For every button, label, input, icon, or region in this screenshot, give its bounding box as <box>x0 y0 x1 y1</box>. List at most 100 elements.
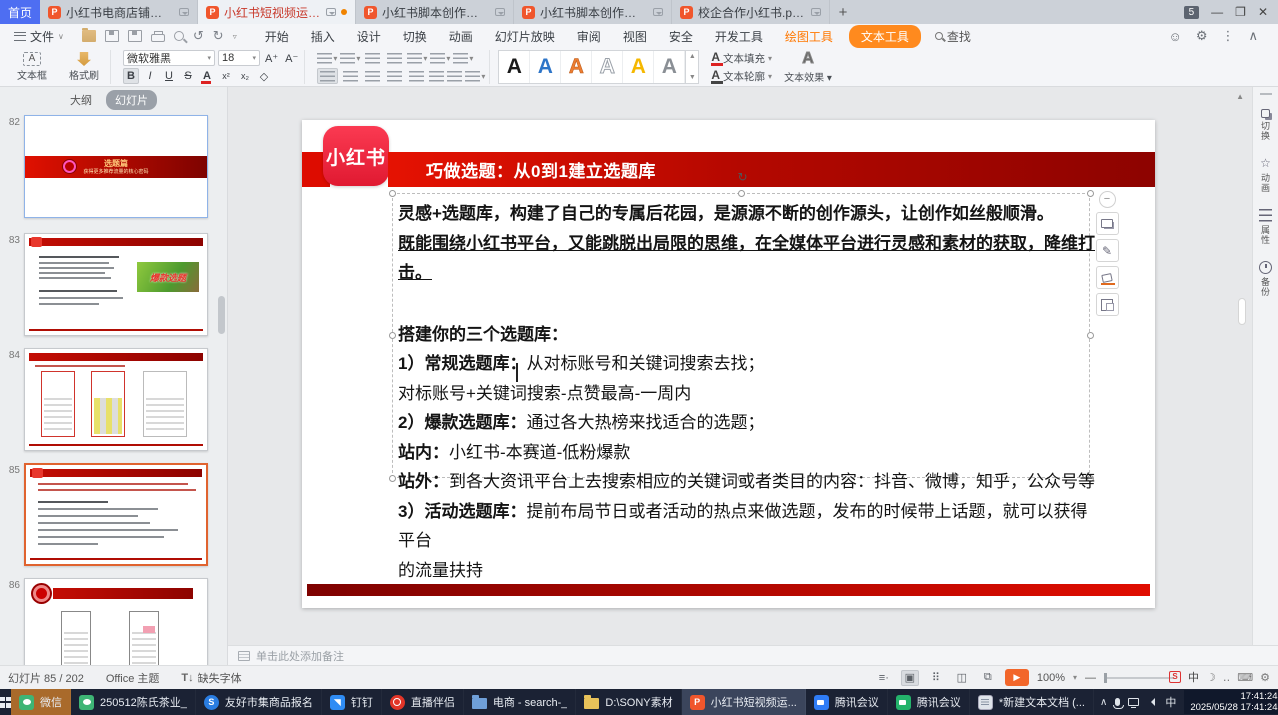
tab-start[interactable]: 开始 <box>255 25 299 48</box>
slide-thumbnail-82[interactable]: 82 选题篇 获得更多推荐流量的核心密码 <box>0 115 208 218</box>
resize-handle-n[interactable] <box>738 190 745 197</box>
italic-button[interactable]: I <box>142 68 158 84</box>
home-tab[interactable]: 首页 <box>0 0 40 24</box>
indent-left-button[interactable] <box>429 71 444 82</box>
tab-slideshow[interactable]: 幻灯片放映 <box>485 25 565 48</box>
resize-handle-ne[interactable] <box>1087 190 1094 197</box>
frame-button[interactable] <box>1096 293 1119 316</box>
notes-toggle-icon[interactable]: ≡· <box>875 670 893 686</box>
text-style-blue[interactable]: A <box>530 51 561 83</box>
print-icon[interactable] <box>151 34 165 42</box>
taskbar-item-dingtalk[interactable]: ◥ 钉钉 <box>322 689 382 715</box>
ime-keyboard-icon[interactable]: ⌨ <box>1237 671 1253 684</box>
theme-name[interactable]: Office 主题 <box>106 670 160 686</box>
canvas-scrollbar-thumb[interactable] <box>1238 298 1246 325</box>
taskbar-item-sony-folder[interactable]: D:\SONY素材 <box>576 689 681 715</box>
resize-handle-nw[interactable] <box>389 190 396 197</box>
justify-button[interactable] <box>385 68 404 84</box>
resize-handle-sw[interactable] <box>389 475 396 482</box>
new-tab-button[interactable]: + <box>830 0 856 24</box>
slideshow-play-button[interactable]: ▶ <box>1005 669 1029 686</box>
bullet-list-button[interactable]: ▾ <box>317 53 337 64</box>
numbered-list-button[interactable]: ▾ <box>340 53 360 64</box>
tab-review[interactable]: 审阅 <box>567 25 611 48</box>
doc-tab-1[interactable]: P 小红书电商店铺新玩法.pptx <box>40 0 198 24</box>
tab-devtools[interactable]: 开发工具 <box>705 25 773 48</box>
network-icon[interactable] <box>1128 698 1139 706</box>
normal-view-button[interactable]: ▣ <box>901 670 919 686</box>
text-outline-button[interactable]: A 文本轮廓 ▾ <box>711 68 772 84</box>
close-button[interactable]: ✕ <box>1258 5 1268 19</box>
sidebar-item-animation[interactable]: ☆ 动画 <box>1260 157 1272 193</box>
taskbar-item-live-assistant[interactable]: 直播伴侣 <box>382 689 464 715</box>
line-spacing-button[interactable]: ▾ <box>407 53 427 64</box>
qat-more-icon[interactable]: ▿ <box>233 32 237 41</box>
slide-thumbnail-83[interactable]: 83 爆款选题 <box>0 233 208 336</box>
tab-drawing-tools[interactable]: 绘图工具 <box>775 25 843 48</box>
columns-button[interactable]: ▾ <box>430 53 450 64</box>
gallery-scrollbar[interactable]: ▲▼ <box>685 51 698 83</box>
doc-tab-3[interactable]: P 小红书脚本创作一.pptx <box>356 0 514 24</box>
ime-more-icon[interactable]: ‥ <box>1223 671 1230 684</box>
more-options-icon[interactable]: ⋮ <box>1221 28 1234 44</box>
ime-language-toggle[interactable]: 中 <box>1188 669 1199 685</box>
text-effect-button[interactable]: A 文本效果 ▾ <box>780 50 836 84</box>
text-style-gray[interactable]: A <box>654 51 685 83</box>
doc-tab-4[interactable]: P 小红书脚本创作二.pptx <box>514 0 672 24</box>
missing-font-warning[interactable]: T↓ 缺失字体 <box>181 670 241 686</box>
taskbar-clock[interactable]: 17:41:24 2025/05/28 17:41:24 <box>1184 690 1278 714</box>
thumbnail-scrollbar[interactable] <box>218 210 225 330</box>
taskbar-item-ecommerce-folder[interactable]: 电商 - search-_ <box>464 689 577 715</box>
thumbnail-image[interactable] <box>24 348 208 451</box>
doc-tab-5[interactable]: P 校企合作小红书.pptx <box>672 0 830 24</box>
taskbar-item-tencent-meeting-2[interactable]: 腾讯会议 <box>888 689 970 715</box>
tray-chevron-up-icon[interactable]: ∧ <box>1100 697 1107 708</box>
slide-title-banner[interactable]: 巧做选题：从0到1建立选题库 <box>388 152 1155 187</box>
clear-format-icon[interactable]: ◇ <box>256 68 272 84</box>
align-left-button[interactable] <box>317 68 338 84</box>
collapse-ribbon-icon[interactable]: ∧ <box>1248 28 1258 44</box>
presenter-view-button[interactable]: ⧉ <box>979 670 997 686</box>
text-style-gold[interactable]: A <box>623 51 654 83</box>
text-style-black[interactable]: A <box>499 51 530 83</box>
slide-85-editing-surface[interactable]: 小红书 巧做选题：从0到1建立选题库 ↻ 灵感+选题库，构建了自己的专属后花园，… <box>302 120 1155 608</box>
print-preview-icon[interactable] <box>174 31 184 41</box>
file-menu[interactable]: 文件 ∨ <box>8 28 70 45</box>
restore-button[interactable]: ❐ <box>1235 5 1246 19</box>
slide-thumbnail-85-current[interactable]: 85 <box>0 463 208 566</box>
font-name-combobox[interactable]: 微软雅黑▾ <box>123 50 215 66</box>
xiaohongshu-logo[interactable]: 小红书 <box>323 126 389 186</box>
increase-font-icon[interactable]: A⁺ <box>263 50 280 66</box>
slides-tab-selected[interactable]: 幻灯片 <box>106 90 157 110</box>
sidebar-item-transition[interactable]: 切换 <box>1260 109 1272 141</box>
text-style-orange-outline[interactable]: A <box>561 51 592 83</box>
bold-button[interactable]: B <box>123 68 139 84</box>
start-button[interactable] <box>0 689 11 715</box>
tab-security[interactable]: 安全 <box>659 25 703 48</box>
smiley-feedback-icon[interactable]: ☺ <box>1169 29 1182 44</box>
save-icon[interactable] <box>105 30 119 42</box>
find-button[interactable]: 查找 <box>935 28 971 45</box>
insert-textbox-button[interactable]: A 文本框 <box>10 52 54 82</box>
taskbar-item-sogou-page[interactable]: S 友好市集商品报名 <box>196 689 322 715</box>
slide-body-text[interactable]: 灵感+选题库，构建了自己的专属后花园，是源源不断的创作源头，让创作如丝般顺滑。 … <box>398 199 1100 585</box>
slide-sorter-view-button[interactable]: ⠿ <box>927 670 945 686</box>
taskbar-item-wps-active[interactable]: P 小红书短视频运... <box>682 689 806 715</box>
tab-text-tools-active[interactable]: 文本工具 <box>849 25 921 48</box>
save-as-icon[interactable] <box>128 30 142 42</box>
tab-insert[interactable]: 插入 <box>301 25 345 48</box>
zoom-caret-icon[interactable]: ▾ <box>1073 673 1077 682</box>
text-fill-button[interactable]: A 文本填充 ▾ <box>711 50 772 66</box>
align-right-button[interactable] <box>363 68 382 84</box>
decrease-indent-icon[interactable] <box>363 50 382 66</box>
font-size-combobox[interactable]: 18▾ <box>218 50 260 66</box>
tab-transition[interactable]: 切换 <box>393 25 437 48</box>
resize-handle-w[interactable] <box>389 332 396 339</box>
taskbar-item-notepad[interactable]: *新建文本文档 (... <box>970 689 1094 715</box>
indent-right-button[interactable] <box>447 71 462 82</box>
taskbar-item-wechat-chat[interactable]: 250512陈氏茶业_ <box>71 689 196 715</box>
decrease-font-icon[interactable]: A⁻ <box>283 50 300 66</box>
font-color-button[interactable]: A <box>199 68 215 84</box>
tab-animation[interactable]: 动画 <box>439 25 483 48</box>
scroll-up-arrow-icon[interactable]: ▲ <box>1236 92 1244 101</box>
